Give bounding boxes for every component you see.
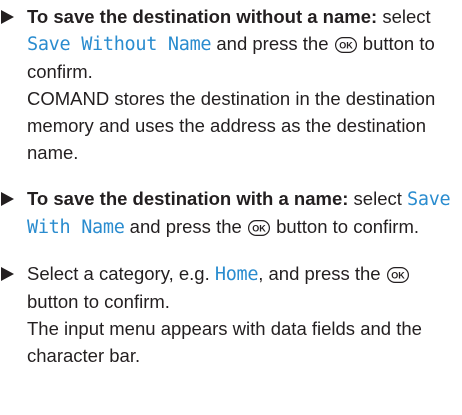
step-text: and press the: [211, 33, 334, 54]
step-lead: To save the destination without a name:: [27, 6, 378, 27]
step-text: button to confirm.: [27, 291, 170, 312]
triangle-bullet-icon: [1, 3, 19, 30]
step-result: The input menu appears with data fields …: [27, 318, 422, 366]
ui-term-home: Home: [214, 264, 259, 285]
instruction-step-save-with-name: To save the destination with a name: sel…: [0, 185, 454, 241]
ok-button-icon: OK: [334, 37, 357, 53]
step-result: COMAND stores the destination in the des…: [27, 88, 436, 163]
step-text: select: [377, 6, 431, 27]
step-text: button to confirm.: [270, 216, 420, 237]
ui-term-save-without-name: Save Without Name: [27, 34, 212, 55]
instruction-page: To save the destination without a name: …: [0, 0, 462, 415]
ok-button-label: OK: [252, 224, 266, 234]
ok-button-icon: OK: [247, 220, 270, 236]
step-text: and press the: [124, 216, 247, 237]
instruction-step-save-without-name: To save the destination without a name: …: [0, 0, 454, 166]
step-text: select: [348, 188, 408, 209]
ok-button-icon: OK: [386, 267, 409, 283]
ok-button-label: OK: [339, 41, 353, 51]
step-lead: To save the destination with a name:: [27, 188, 349, 209]
step-text: Select a category, e.g.: [27, 263, 215, 284]
instruction-step-select-category: Select a category, e.g. Home, and press …: [0, 260, 454, 369]
triangle-bullet-icon: [1, 185, 19, 212]
triangle-bullet-icon: [1, 260, 19, 287]
step-text: , and press the: [258, 263, 386, 284]
ok-button-label: OK: [391, 271, 405, 281]
